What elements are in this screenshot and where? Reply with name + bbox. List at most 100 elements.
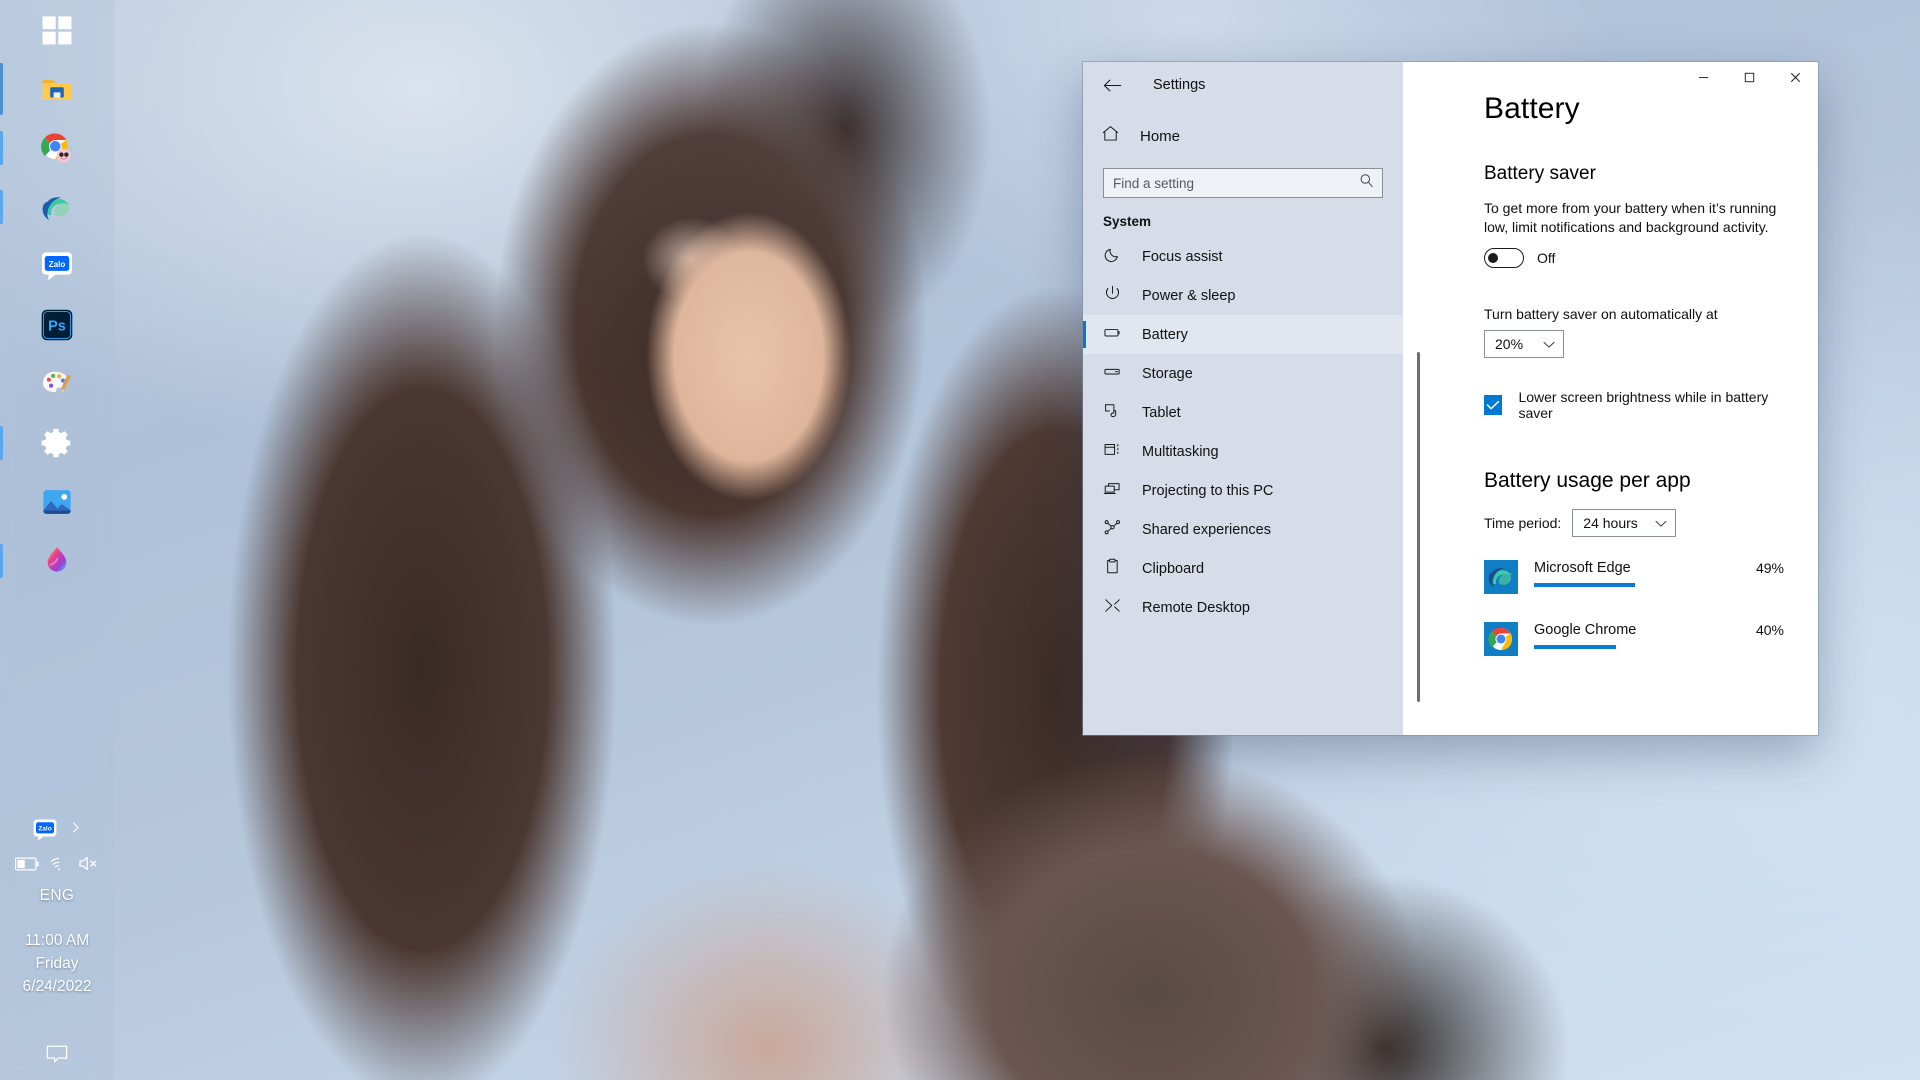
multitasking-icon [1103, 440, 1122, 464]
sidebar-item-projecting-to-this-pc[interactable]: Projecting to this PC [1083, 471, 1403, 510]
battery-saver-description: To get more from your battery when it’s … [1484, 200, 1777, 235]
window-controls [1680, 62, 1818, 93]
sidebar-item-label: Remote Desktop [1142, 599, 1250, 616]
sidebar-item-label: Shared experiences [1142, 521, 1271, 538]
photoshop-icon: Ps [40, 308, 74, 342]
sidebar-item-shared-experiences[interactable]: Shared experiences [1083, 510, 1403, 549]
sidebar-item-clipboard[interactable]: Clipboard [1083, 549, 1403, 588]
close-button[interactable] [1772, 62, 1818, 93]
battery-tray-icon[interactable] [14, 856, 39, 876]
sidebar-item-label: Multitasking [1142, 443, 1219, 460]
desktop: Zalo Ps Zalo ENG 11:00 AM Friday 6/24/20… [0, 0, 1920, 1080]
clock-time: 11:00 AM [24, 932, 90, 949]
toggle-knob [1488, 253, 1498, 263]
taskbar-item-paint[interactable] [0, 354, 114, 413]
chrome-icon [1484, 622, 1518, 656]
app-name: Google Chrome [1534, 622, 1637, 638]
svg-text:Zalo: Zalo [49, 259, 66, 268]
taskbar-item-photoshop[interactable]: Ps [0, 295, 114, 354]
language-indicator[interactable]: ENG [40, 887, 75, 905]
sidebar-item-label: Power & sleep [1142, 287, 1236, 304]
taskbar-item-settings[interactable] [0, 413, 114, 472]
sidebar-item-remote-desktop[interactable]: Remote Desktop [1083, 588, 1403, 627]
settings-content: Battery Battery saver To get more from y… [1403, 62, 1818, 735]
shared-experiences-icon [1103, 518, 1122, 542]
sidebar-item-tablet[interactable]: Tablet [1083, 393, 1403, 432]
window-title: Settings [1153, 77, 1206, 93]
settings-sidebar: Settings Home Find a setting System Focu… [1083, 62, 1403, 735]
taskbar-item-google-chrome[interactable] [0, 118, 114, 177]
sidebar-item-storage[interactable]: Storage [1083, 354, 1403, 393]
sidebar-item-home[interactable]: Home [1083, 114, 1403, 158]
remote-desktop-icon [1103, 596, 1122, 620]
network-tray-icon[interactable] [49, 856, 68, 877]
sidebar-category-label: System [1103, 214, 1152, 229]
show-hidden-icons-chevron[interactable] [68, 820, 83, 840]
photos-icon [40, 485, 74, 519]
google-chrome-icon [40, 131, 74, 165]
app-usage-bar-fill [1534, 583, 1635, 587]
back-button[interactable] [1097, 70, 1127, 100]
content-scrollbar[interactable] [1417, 352, 1420, 702]
chevron-down-icon [1655, 515, 1667, 531]
taskbar-item-zalo[interactable]: Zalo [0, 236, 114, 295]
notifications-button[interactable] [44, 1028, 70, 1080]
system-tray: Zalo ENG 11:00 AM Friday 6/24/2022 [0, 813, 114, 1080]
app-usage-bar [1534, 583, 1740, 587]
sidebar-item-label: Focus assist [1142, 248, 1223, 265]
clock-date: 6/24/2022 [22, 978, 92, 995]
file-explorer-icon [40, 72, 74, 106]
app-usage-info: Microsoft Edge [1534, 559, 1740, 587]
battery-usage-app-list: Microsoft Edge 49% Google Chrome 40% [1484, 559, 1784, 656]
lower-brightness-checkbox[interactable] [1484, 395, 1503, 415]
battery-saver-heading: Battery saver [1484, 163, 1596, 184]
taskbar-running-indicator [0, 189, 3, 224]
sidebar-item-label: Clipboard [1142, 560, 1205, 577]
app-name: Microsoft Edge [1534, 560, 1631, 576]
app-usage-percent: 40% [1755, 622, 1784, 638]
battery-usage-app-row[interactable]: Microsoft Edge 49% [1484, 559, 1784, 594]
sidebar-item-focus-assist[interactable]: Focus assist [1083, 237, 1403, 276]
battery-usage-app-row[interactable]: Google Chrome 40% [1484, 621, 1784, 656]
lower-brightness-row[interactable]: Lower screen brightness while in battery… [1484, 389, 1784, 421]
taskbar-item-file-explorer[interactable] [0, 59, 114, 118]
app-usage-percent: 49% [1755, 560, 1784, 576]
maximize-button[interactable] [1726, 62, 1772, 93]
sidebar-item-multitasking[interactable]: Multitasking [1083, 432, 1403, 471]
taskbar-item-microsoft-edge[interactable] [0, 177, 114, 236]
paint-3d-icon [40, 544, 74, 578]
volume-muted-tray-icon[interactable] [78, 855, 100, 877]
taskbar: Zalo Ps Zalo ENG 11:00 AM Friday 6/24/20… [0, 0, 114, 1080]
battery-saver-toggle-state: Off [1537, 250, 1556, 266]
sidebar-item-label: Battery [1142, 326, 1188, 343]
time-period-value: 24 hours [1583, 515, 1638, 531]
edge-icon [1484, 560, 1518, 594]
sidebar-item-power-sleep[interactable]: Power & sleep [1083, 276, 1403, 315]
time-period-dropdown[interactable]: 24 hours [1572, 509, 1677, 537]
app-usage-info: Google Chrome [1534, 621, 1740, 649]
taskbar-running-indicator [0, 130, 3, 165]
home-icon [1101, 124, 1120, 148]
battery-saver-toggle[interactable] [1484, 248, 1524, 268]
svg-text:Zalo: Zalo [38, 825, 51, 832]
taskbar-icon-list: Zalo Ps [0, 0, 114, 590]
lower-brightness-label: Lower screen brightness while in battery… [1518, 389, 1769, 421]
minimize-button[interactable] [1680, 62, 1726, 93]
zalo-tray-icon[interactable]: Zalo [32, 817, 58, 843]
taskbar-item-start[interactable] [0, 0, 114, 59]
clock[interactable]: 11:00 AM Friday 6/24/2022 [23, 929, 92, 998]
taskbar-item-photos[interactable] [0, 472, 114, 531]
settings-icon [40, 426, 74, 460]
clock-day: Friday [35, 955, 79, 972]
sidebar-nav-list: Focus assist Power & sleep Battery Storage T… [1083, 237, 1403, 735]
tray-status-row [14, 851, 100, 881]
auto-on-dropdown[interactable]: 20% [1484, 330, 1564, 358]
sidebar-item-label: Tablet [1142, 404, 1181, 421]
sidebar-item-label: Projecting to this PC [1142, 482, 1274, 499]
search-box[interactable] [1103, 168, 1383, 198]
sidebar-item-battery[interactable]: Battery [1083, 315, 1403, 354]
taskbar-item-paint-3d[interactable] [0, 531, 114, 590]
app-usage-bar [1534, 645, 1740, 649]
projecting-icon [1103, 479, 1122, 503]
search-input[interactable] [1104, 169, 1382, 197]
